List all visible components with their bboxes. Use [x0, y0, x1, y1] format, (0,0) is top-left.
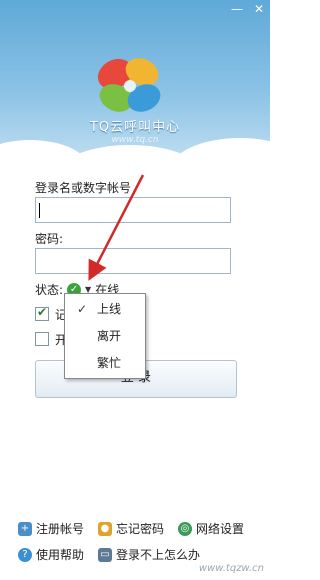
watermark: www.tqzw.cn: [198, 563, 264, 574]
network-label: 网络设置: [196, 522, 245, 536]
forgot-password-link[interactable]: ● 忘记密码: [98, 520, 164, 537]
register-link[interactable]: + 注册帐号: [18, 520, 84, 537]
lock-icon: ●: [98, 521, 112, 536]
cannot-login-label: 登录不上怎么办: [116, 548, 201, 562]
user-add-icon: +: [18, 521, 32, 536]
login-window: — ✕ TQ云呼叫中心 www.tq.cn 登录名或数字帐号 密码: 状态: ✓…: [0, 0, 270, 580]
help-link[interactable]: ? 使用帮助: [18, 546, 84, 563]
register-label: 注册帐号: [36, 522, 85, 536]
cannot-login-link[interactable]: ▭ 登录不上怎么办: [98, 546, 200, 563]
annotation-arrow: [88, 174, 145, 281]
monitor-icon: ▭: [98, 547, 112, 562]
forgot-label: 忘记密码: [116, 522, 165, 536]
help-label: 使用帮助: [36, 548, 85, 562]
globe-icon: ◎: [178, 521, 192, 536]
help-icon: ?: [18, 547, 32, 562]
network-settings-link[interactable]: ◎ 网络设置: [178, 520, 244, 537]
